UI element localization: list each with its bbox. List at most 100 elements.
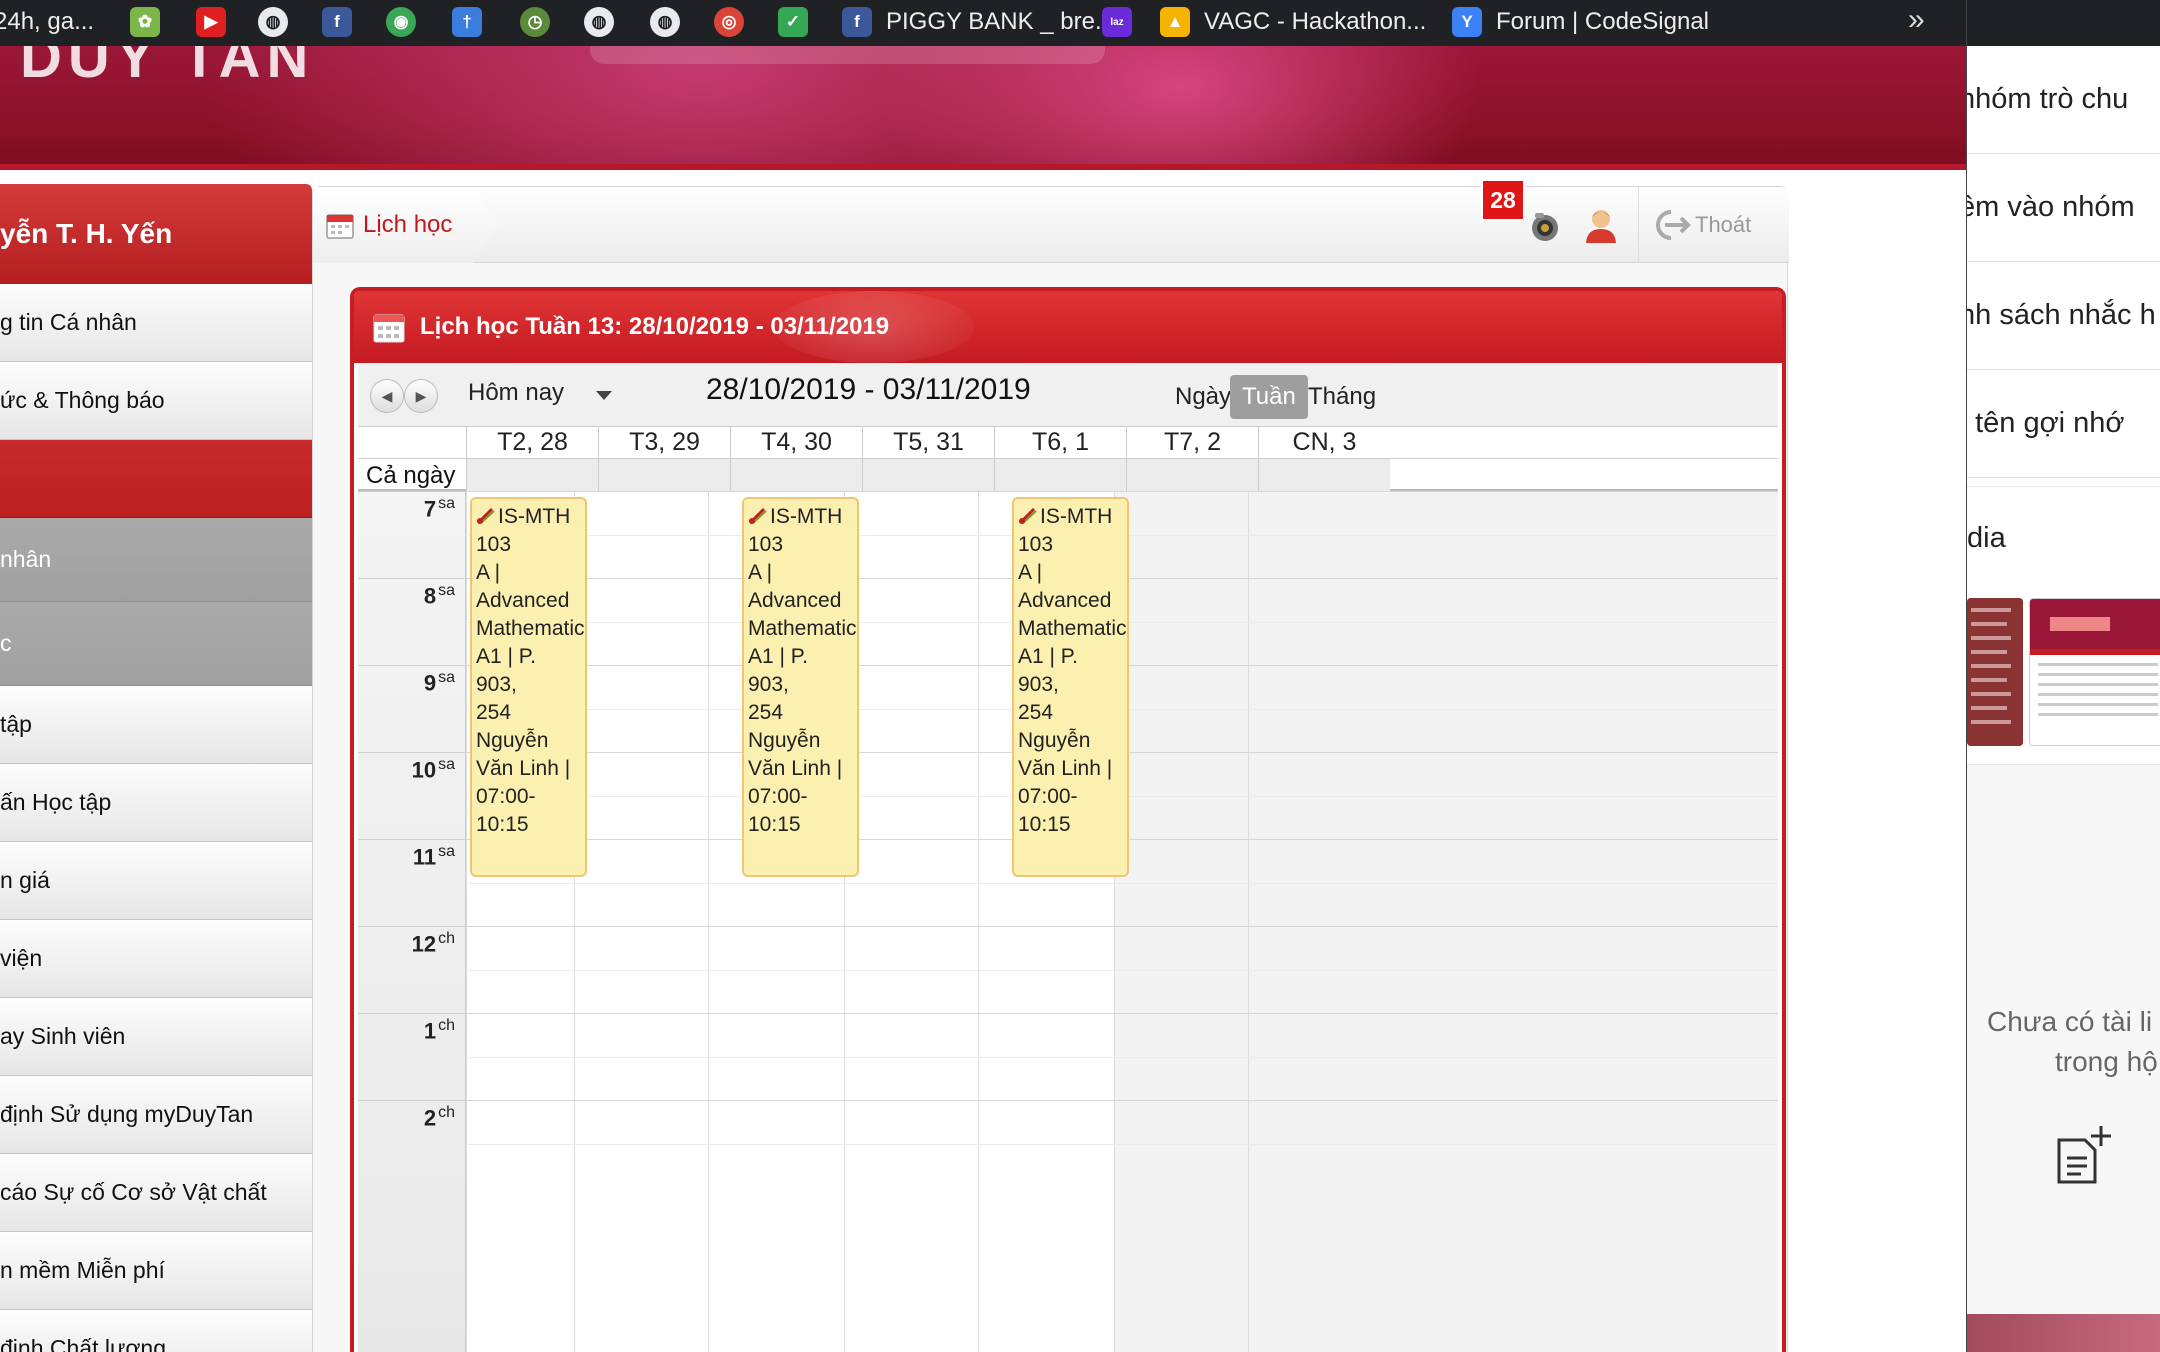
bookmark-item[interactable]: † (452, 6, 496, 38)
day-column[interactable] (1248, 491, 1778, 1352)
schedule-header: Lịch học Tuần 13: 28/10/2019 - 03/11/201… (354, 291, 1782, 363)
event-line: A1 | P. 903, (1018, 643, 1123, 699)
event-line: Văn Linh | (1018, 755, 1123, 783)
sidebar-item[interactable]: c (0, 602, 312, 686)
bookmarks-overflow-button[interactable]: » (1908, 3, 1925, 37)
sidebar-item[interactable]: g tin Cá nhân (0, 284, 312, 362)
sidebar-item[interactable]: nhân (0, 518, 312, 602)
hour-label: 12 ch (412, 930, 455, 957)
sidebar-item[interactable]: ấn Học tập (0, 764, 312, 842)
panel-menu-label: t tên gợi nhớ (1966, 407, 2125, 439)
hour-number: 8 (423, 583, 437, 609)
gutter-line (358, 1100, 466, 1101)
sidebar-menu: g tin Cá nhân ức & Thông báo nhân c tập ấn Họ… (0, 284, 312, 1352)
day-header: T2, 28 (466, 427, 598, 459)
day-column[interactable] (844, 491, 978, 1352)
sidebar-item-label: ức & Thông báo (0, 387, 165, 413)
sidebar-item[interactable]: viện (0, 920, 312, 998)
empty-docs-line2: trong hộ (2055, 1046, 2158, 1077)
add-document-icon[interactable] (2053, 1124, 2115, 1186)
sidebar-item-label: cáo Sự cố Cơ sở Vật chất (0, 1179, 267, 1205)
prev-week-button[interactable]: ◀ (370, 379, 404, 413)
media-thumbnail[interactable] (2029, 598, 2160, 746)
hour-number: 7 (423, 496, 437, 522)
schedule-event[interactable]: IS-MTH 103 A | Advanced Mathematics A1 | P.… (470, 497, 587, 877)
view-month-button[interactable]: Tháng (1296, 375, 1388, 419)
all-day-cell[interactable] (1258, 459, 1390, 491)
next-week-button[interactable]: ▶ (404, 379, 438, 413)
chrome-icon: ◎ (714, 7, 744, 37)
sidebar-item[interactable]: định Chất lượng (0, 1310, 312, 1352)
sidebar-item[interactable] (0, 440, 312, 518)
all-day-cell[interactable] (730, 459, 862, 491)
sidebar-item[interactable]: ay Sinh viên (0, 998, 312, 1076)
today-button[interactable]: Hôm nay (468, 379, 564, 407)
sidebar-item[interactable]: cáo Sự cố Cơ sở Vật chất (0, 1154, 312, 1232)
bookmark-item[interactable]: ◍ (258, 6, 302, 38)
day-header: T5, 31 (862, 427, 994, 459)
sidebar-item[interactable]: n mềm Miễn phí (0, 1232, 312, 1310)
schedule-event[interactable]: IS-MTH 103 A | Advanced Mathematics A1 | P.… (742, 497, 859, 877)
media-thumbnail[interactable] (1967, 598, 2023, 746)
pin-icon: † (452, 7, 482, 37)
all-day-cell[interactable] (598, 459, 730, 491)
breadcrumb[interactable]: Lịch học (313, 187, 498, 263)
bookmark-item[interactable]: ◉ (386, 6, 430, 38)
camera-icon[interactable] (1527, 209, 1563, 245)
bookmark-label: PIGGY BANK _ bre... (886, 8, 1115, 35)
bookmark-item[interactable]: Y Forum | CodeSignal (1452, 6, 1709, 38)
schedule-event[interactable]: IS-MTH 103 A | Advanced Mathematics A1 | P.… (1012, 497, 1129, 877)
day-column[interactable] (1114, 491, 1248, 1352)
bookmark-item[interactable]: laz (1102, 6, 1146, 38)
bookmark-item[interactable]: ▲ VAGC - Hackathon... (1160, 6, 1426, 38)
all-day-cell[interactable] (466, 459, 598, 491)
hour-number: 10 (411, 757, 437, 783)
time-grid[interactable]: 7 sa 8 sa 9 sa 10 sa 11 sa 12 ch 1 ch 2 ch IS-MTH 103 A … (358, 491, 1778, 1352)
all-day-cell[interactable] (862, 459, 994, 491)
bookmark-item[interactable]: ✓ (778, 6, 822, 38)
panel-menu-item[interactable]: t tên gợi nhớ (1967, 370, 2160, 478)
panel-menu-item[interactable]: nh sách nhắc h (1967, 262, 2160, 370)
event-text: 07:00-10:15 (748, 785, 808, 836)
student-portal: DUY TAN yễn T. H. Yến g tin Cá nhân ức & … (0, 46, 1966, 1352)
user-profile-icon[interactable] (1583, 207, 1619, 245)
hour-number: 1 (423, 1018, 437, 1044)
hour-number: 12 (411, 931, 437, 957)
media-label: dia (1967, 522, 2006, 554)
hour-label: 10 sa (412, 756, 455, 783)
bookmark-item[interactable]: ▶ (196, 6, 240, 38)
hour-number: 2 (423, 1105, 437, 1131)
hour-suffix: sa (438, 756, 455, 773)
bookmark-item[interactable]: ✿ (130, 6, 174, 38)
event-line: Mathematics (748, 615, 857, 643)
bookmark-item[interactable]: ◎ (714, 6, 758, 38)
event-line: 07:00-10:15 (476, 783, 581, 839)
all-day-cell[interactable] (1126, 459, 1258, 491)
map-pin-icon: ✓ (778, 7, 808, 37)
bookmark-item[interactable]: f (322, 6, 366, 38)
bookmark-item[interactable]: ◍ (650, 6, 694, 38)
hour-label: 1 ch (424, 1017, 455, 1044)
panel-menu-item[interactable]: nhóm trò chu (1967, 46, 2160, 154)
sidebar-item-label: nhân (0, 546, 52, 572)
caret-down-icon[interactable] (596, 391, 612, 400)
sidebar-item[interactable]: tập (0, 686, 312, 764)
event-text: A | Advanced (748, 561, 842, 612)
bookmark-item[interactable]: 24h, ga... (0, 6, 94, 38)
bookmark-item[interactable]: ◍ (584, 6, 628, 38)
sidebar-item[interactable]: ức & Thông báo (0, 362, 312, 440)
notification-badge[interactable]: 28 (1481, 179, 1525, 221)
event-line: 07:00-10:15 (1018, 783, 1123, 839)
day-column[interactable] (574, 491, 708, 1352)
facebook-icon: f (842, 7, 872, 37)
sidebar-item[interactable]: định Sử dụng myDuyTan (0, 1076, 312, 1154)
bookmark-item[interactable]: f PIGGY BANK _ bre... (842, 6, 1115, 38)
all-day-cell[interactable] (994, 459, 1126, 491)
panel-menu-item[interactable]: êm vào nhóm (1967, 154, 2160, 262)
bookmark-item[interactable]: ◷ (520, 6, 564, 38)
sidebar-item[interactable]: n giá (0, 842, 312, 920)
logout-icon (1656, 210, 1691, 240)
calendar-toolbar: ◀ ▶ Hôm nay 28/10/2019 - 03/11/2019 Ngày… (358, 363, 1778, 427)
logout-button[interactable]: Thoát (1638, 187, 1778, 263)
day-header: T3, 29 (598, 427, 730, 459)
